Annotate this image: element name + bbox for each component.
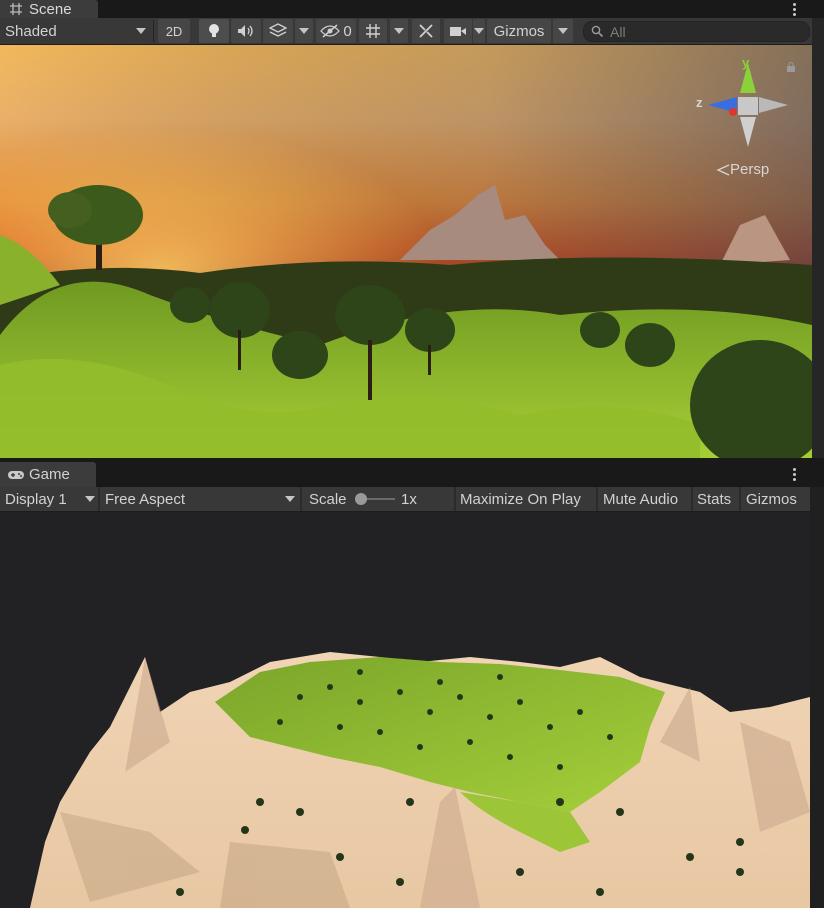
toolbar-divider [98, 487, 100, 511]
scale-label: Scale [309, 490, 347, 508]
projection-toggle[interactable]: Persp [716, 161, 769, 178]
scale-slider-thumb[interactable] [354, 493, 367, 505]
scale-value: 1x [401, 491, 417, 508]
aspect-value: Free Aspect [105, 490, 186, 508]
scene-search-field[interactable] [583, 21, 810, 42]
effects-dropdown[interactable] [295, 19, 313, 43]
scene-viewport[interactable] [0, 45, 812, 458]
scene-tab-strip [0, 0, 824, 18]
axis-y-label: y [742, 55, 750, 70]
gizmo-center-cube[interactable] [738, 97, 758, 115]
maximize-on-play-toggle[interactable]: Maximize On Play [460, 487, 594, 511]
scene-panel-edge [812, 18, 824, 458]
scene-render [0, 45, 812, 458]
gizmos-label: Gizmos [493, 22, 545, 40]
game-view[interactable] [0, 512, 810, 908]
stats-toggle[interactable]: Stats [697, 487, 737, 511]
scale-control: Scale 1x [309, 487, 453, 511]
layers-icon [269, 23, 287, 37]
chevron-down-icon [85, 496, 95, 502]
camera-icon [450, 27, 466, 36]
game-tab-label: Game [29, 466, 70, 483]
display-value: Display 1 [5, 490, 67, 508]
scene-tab-label: Scene [29, 0, 72, 18]
hidden-count: 0 [343, 22, 352, 40]
toolbar-divider [153, 20, 154, 42]
lock-icon[interactable] [786, 62, 796, 72]
hash-icon [10, 3, 22, 15]
tools-button[interactable] [412, 19, 440, 43]
game-toolbar: Display 1 Free Aspect Scale 1x Maximize … [0, 487, 810, 512]
aspect-dropdown[interactable]: Free Aspect [105, 487, 299, 511]
axis-neg-x-cone[interactable] [759, 97, 788, 113]
camera-settings-button[interactable] [444, 19, 472, 43]
chevron-down-icon [299, 28, 309, 34]
scene-visibility-button[interactable]: 0 [316, 19, 356, 43]
toolbar-divider [739, 487, 741, 511]
axis-z-label: z [696, 95, 703, 110]
wrench-icon [419, 24, 433, 38]
toggle-2d-button[interactable]: 2D [158, 19, 190, 43]
audio-toggle-button[interactable] [231, 19, 261, 43]
orientation-gizmo[interactable] [693, 55, 793, 155]
lighting-toggle-button[interactable] [199, 19, 229, 43]
speaker-icon [238, 25, 253, 37]
chevron-down-icon [474, 28, 484, 34]
game-gizmos-label: Gizmos [746, 490, 797, 508]
effects-toggle-button[interactable] [263, 19, 293, 43]
gizmos-button[interactable]: Gizmos [487, 19, 551, 43]
scene-menu-kebab-icon[interactable] [787, 0, 801, 18]
grid-toggle-button[interactable] [359, 19, 387, 43]
stats-label: Stats [697, 490, 732, 508]
chevron-down-icon [136, 28, 146, 34]
toggle-2d-label: 2D [165, 23, 183, 39]
chevron-down-icon [558, 28, 568, 34]
game-panel-edge [810, 487, 824, 908]
axis-x-marker[interactable] [729, 108, 737, 116]
lightbulb-icon [209, 24, 219, 37]
scene-toolbar: Shaded 2D 0 Gizmos All [0, 18, 812, 45]
mute-audio-toggle[interactable]: Mute Audio [603, 487, 689, 511]
shading-mode-value: Shaded [5, 22, 57, 40]
toolbar-divider [300, 487, 302, 511]
toolbar-divider [691, 487, 693, 511]
grid-icon [366, 24, 380, 38]
game-render [0, 512, 810, 908]
gamepad-icon [8, 470, 24, 479]
scene-search-input[interactable] [610, 23, 790, 40]
chevron-down-icon [394, 28, 404, 34]
gizmos-dropdown[interactable] [553, 19, 573, 43]
axis-neg-y-cone[interactable] [740, 117, 756, 147]
camera-dropdown[interactable] [473, 19, 485, 43]
game-tab-strip [0, 458, 824, 487]
game-gizmos-toggle[interactable]: Gizmos [746, 487, 808, 511]
maximize-on-play-label: Maximize On Play [460, 490, 581, 508]
game-tab[interactable]: Game [0, 462, 96, 487]
game-menu-kebab-icon[interactable] [787, 465, 801, 483]
scene-tab[interactable]: Scene [0, 0, 98, 18]
toolbar-divider [596, 487, 598, 511]
grid-dropdown[interactable] [390, 19, 408, 43]
toolbar-divider [454, 487, 456, 511]
mute-audio-label: Mute Audio [603, 490, 679, 508]
projection-label: Persp [730, 161, 770, 178]
display-dropdown[interactable]: Display 1 [5, 487, 97, 511]
perspective-icon [716, 163, 730, 176]
eye-slash-icon [320, 24, 341, 38]
shading-mode-dropdown[interactable]: Shaded [5, 20, 147, 42]
search-icon [591, 25, 604, 38]
chevron-down-icon [285, 496, 295, 502]
